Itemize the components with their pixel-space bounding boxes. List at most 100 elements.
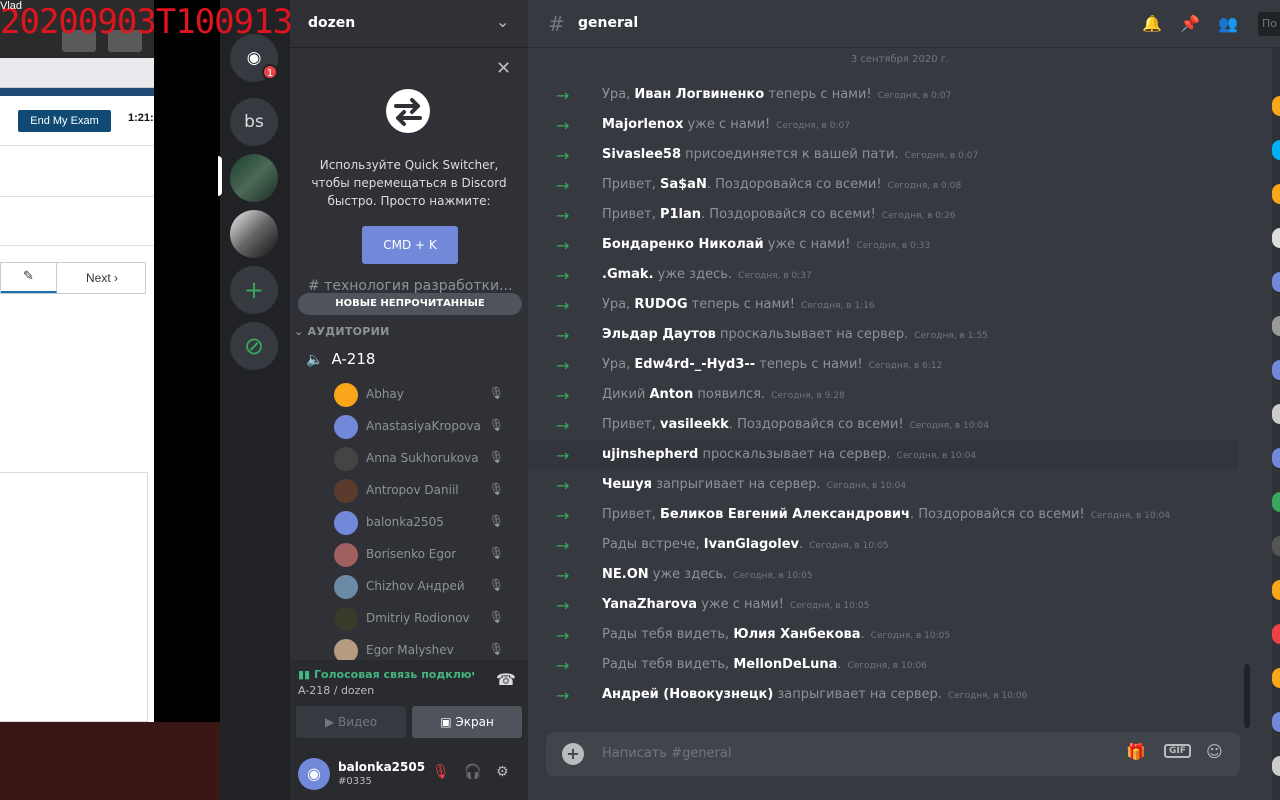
username-link[interactable]: Sivaslee58 xyxy=(602,147,681,162)
voice-user[interactable]: AnastasiyaKropova 🎙 xyxy=(334,414,520,440)
voice-channel[interactable]: 🔈 A-218 xyxy=(306,350,375,368)
voice-user[interactable]: Dmitriy Rodionov 🎙 xyxy=(334,606,520,632)
system-join-message[interactable]: → Дикий Anton появился. Сегодня, в 9:28 xyxy=(528,380,1238,410)
message-input[interactable]: Написать #general xyxy=(602,746,731,761)
category-header[interactable]: ⌄ АУДИТОРИИ xyxy=(294,325,390,338)
add-server-icon[interactable]: + xyxy=(230,266,278,314)
screen-share-button[interactable]: ▣ Экран xyxy=(412,706,522,738)
close-icon[interactable]: ✕ xyxy=(496,58,511,79)
username-link[interactable]: Edw4rd-_-Hyd3-- xyxy=(634,357,755,372)
server-avatar-2[interactable] xyxy=(230,210,278,258)
mute-icon[interactable]: 🎙 xyxy=(432,764,450,780)
member-avatar[interactable] xyxy=(1272,668,1280,688)
bell-icon[interactable]: 🔔 xyxy=(1142,14,1162,33)
scrollbar[interactable] xyxy=(1244,664,1250,728)
username-link[interactable]: .Gmak. xyxy=(602,267,654,282)
voice-user[interactable]: Anna Sukhorukova 🎙 xyxy=(334,446,520,472)
username-link[interactable]: IvanGlagolev xyxy=(704,537,799,552)
system-join-message[interactable]: → Чешуя запрыгивает на сервер. Сегодня, в … xyxy=(528,470,1238,500)
server-header[interactable]: dozen ⌄ xyxy=(290,0,528,48)
next-button[interactable]: Next › xyxy=(57,263,147,293)
system-join-message[interactable]: → Привет, P1lan. Поздоровайся со всеми! Се… xyxy=(528,200,1238,230)
username-link[interactable]: Sa$aN xyxy=(660,177,707,192)
member-avatar[interactable] xyxy=(1272,536,1280,556)
voice-user[interactable]: balonka2505 🎙 xyxy=(334,510,520,536)
member-avatar[interactable] xyxy=(1272,360,1280,380)
username-link[interactable]: Anton xyxy=(650,387,694,402)
system-join-message[interactable]: → YanaZharova уже с нами! Сегодня, в 10:05 xyxy=(528,590,1238,620)
member-avatar[interactable] xyxy=(1272,316,1280,336)
join-arrow-icon: → xyxy=(556,86,570,105)
members-icon[interactable]: 👥 xyxy=(1218,14,1238,33)
video-button[interactable]: ▶ Видео xyxy=(296,706,406,738)
member-avatar[interactable] xyxy=(1272,712,1280,732)
system-join-message[interactable]: → Привет, vasileekk. Поздоровайся со всем… xyxy=(528,410,1238,440)
member-list xyxy=(1272,48,1280,800)
avatar[interactable]: ◉ xyxy=(298,758,330,790)
username-link[interactable]: Majorlenox xyxy=(602,117,683,132)
username-link[interactable]: ujinshepherd xyxy=(602,447,698,462)
system-join-message[interactable]: → .Gmak. уже здесь. Сегодня, в 0:37 xyxy=(528,260,1238,290)
member-avatar[interactable] xyxy=(1272,140,1280,160)
attach-plus-icon[interactable]: + xyxy=(562,743,584,765)
channel-item-faded[interactable]: # технология разработки... xyxy=(308,278,518,294)
explore-servers-icon[interactable]: ⊘ xyxy=(230,322,278,370)
search-input[interactable]: По xyxy=(1258,12,1280,36)
system-join-message[interactable]: → Ура, RUDOG теперь с нами! Сегодня, в 1:1… xyxy=(528,290,1238,320)
system-join-message[interactable]: → Рады встрече, IvanGlagolev. Сегодня, в 1… xyxy=(528,530,1238,560)
system-join-message[interactable]: → Ура, Иван Логвиненко теперь с нами! Сего… xyxy=(528,80,1238,110)
settings-gear-icon[interactable]: ⚙ xyxy=(496,764,509,780)
member-avatar[interactable] xyxy=(1272,228,1280,248)
server-avatar-1[interactable] xyxy=(230,154,278,202)
system-join-message[interactable]: → Андрей (Новокузнецк) запрыгивает на сер… xyxy=(528,680,1238,710)
edit-icon[interactable]: ✎ xyxy=(1,263,57,293)
username-link[interactable]: NE.ON xyxy=(602,567,649,582)
system-join-message[interactable]: → Ура, Edw4rd-_-Hyd3-- теперь с нами! Сего… xyxy=(528,350,1238,380)
username-link[interactable]: Беликов Евгений Александрович xyxy=(660,507,910,522)
member-avatar[interactable] xyxy=(1272,624,1280,644)
voice-user[interactable]: Borisenko Egor 🎙 xyxy=(334,542,520,568)
system-join-message[interactable]: → NE.ON уже здесь. Сегодня, в 10:05 xyxy=(528,560,1238,590)
member-avatar[interactable] xyxy=(1272,580,1280,600)
emoji-icon[interactable]: ☺ xyxy=(1206,742,1223,761)
username-link[interactable]: RUDOG xyxy=(634,297,687,312)
member-avatar[interactable] xyxy=(1272,272,1280,292)
gif-button[interactable]: GIF xyxy=(1164,744,1191,758)
system-join-message[interactable]: → Бондаренко Николай уже с нами! Сегодня, … xyxy=(528,230,1238,260)
system-join-message[interactable]: → Рады тебя видеть, Юлия Ханбекова. Сегодн… xyxy=(528,620,1238,650)
voice-user[interactable]: Chizhov Андрей 🎙 xyxy=(334,574,520,600)
new-unread-bar[interactable]: НОВЫЕ НЕПРОЧИТАННЫЕ xyxy=(298,293,522,315)
headphones-icon[interactable]: 🎧 xyxy=(464,764,481,780)
system-join-message[interactable]: → ujinshepherd проскальзывает на сервер. С… xyxy=(528,440,1238,470)
member-avatar[interactable] xyxy=(1272,756,1280,776)
username-link[interactable]: YanaZharova xyxy=(602,597,697,612)
username-link[interactable]: Юлия Ханбекова xyxy=(733,627,860,642)
username-link[interactable]: P1lan xyxy=(660,207,701,222)
member-avatar[interactable] xyxy=(1272,448,1280,468)
quick-switcher-button[interactable]: CMD + K xyxy=(362,226,458,264)
gift-icon[interactable]: 🎁 xyxy=(1126,742,1146,761)
voice-user[interactable]: Abhay 🎙 xyxy=(334,382,520,408)
system-join-message[interactable]: → Majorlenox уже с нами! Сегодня, в 0:07 xyxy=(528,110,1238,140)
voice-user[interactable]: Antropov Daniil 🎙 xyxy=(334,478,520,504)
member-avatar[interactable] xyxy=(1272,404,1280,424)
system-join-message[interactable]: → Эльдар Даутов проскальзывает на сервер.… xyxy=(528,320,1238,350)
username-link[interactable]: Чешуя xyxy=(602,477,652,492)
username-link[interactable]: Эльдар Даутов xyxy=(602,327,716,342)
system-join-message[interactable]: → Sivaslee58 присоединяется к вашей пати.… xyxy=(528,140,1238,170)
username-link[interactable]: Бондаренко Николай xyxy=(602,237,764,252)
pin-icon[interactable]: 📌 xyxy=(1180,14,1200,33)
username-link[interactable]: Андрей (Новокузнецк) xyxy=(602,687,773,702)
system-join-message[interactable]: → Привет, Sa$aN. Поздоровайся со всеми! Се… xyxy=(528,170,1238,200)
username-link[interactable]: vasileekk xyxy=(660,417,729,432)
member-avatar[interactable] xyxy=(1272,96,1280,116)
system-join-message[interactable]: → Привет, Беликов Евгений Александрович. … xyxy=(528,500,1238,530)
username-link[interactable]: Иван Логвиненко xyxy=(634,87,764,102)
username-link[interactable]: MellonDeLuna xyxy=(733,657,837,672)
end-exam-button[interactable]: End My Exam xyxy=(18,110,111,132)
disconnect-icon[interactable]: ☎ xyxy=(496,670,516,689)
member-avatar[interactable] xyxy=(1272,492,1280,512)
server-bs[interactable]: bs xyxy=(230,98,278,146)
system-join-message[interactable]: → Рады тебя видеть, MellonDeLuna. Сегодня,… xyxy=(528,650,1238,680)
member-avatar[interactable] xyxy=(1272,184,1280,204)
